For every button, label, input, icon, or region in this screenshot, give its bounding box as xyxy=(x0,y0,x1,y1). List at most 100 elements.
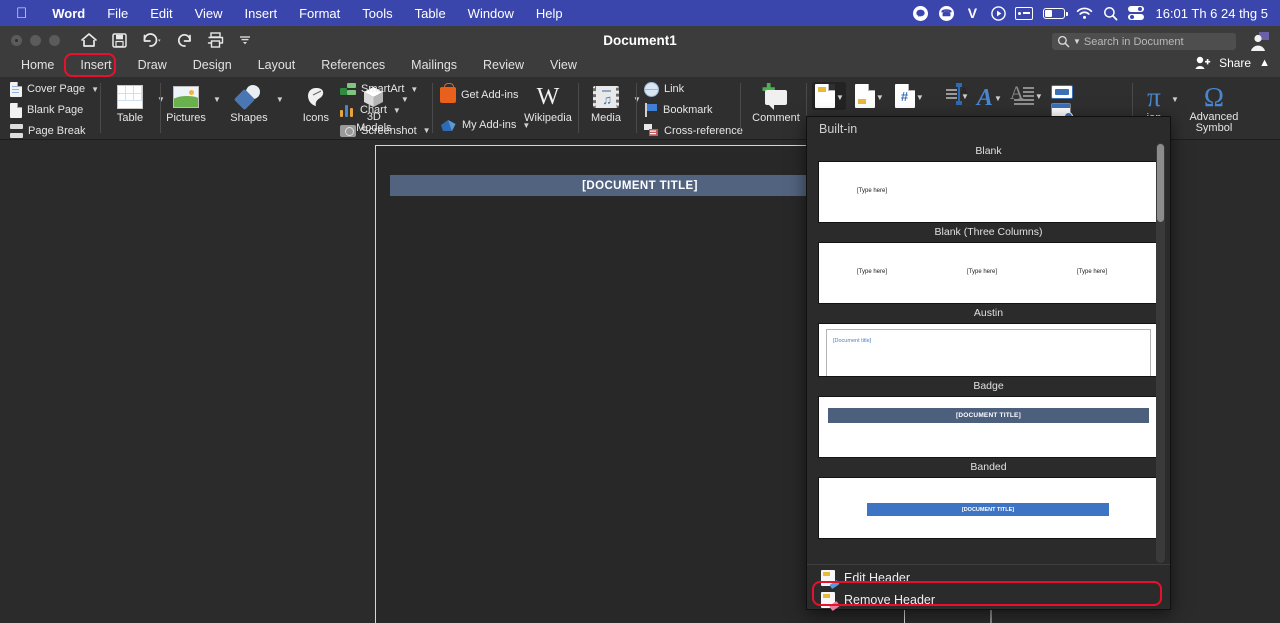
play-circle-icon[interactable] xyxy=(985,0,1011,26)
field-date-stack xyxy=(1050,85,1073,121)
comment-button[interactable]: ✚ Comment xyxy=(748,82,804,125)
gallery-item-austin[interactable]: Austin [Document title] xyxy=(818,304,1159,377)
save-icon[interactable] xyxy=(112,32,127,48)
menu-window[interactable]: Window xyxy=(457,6,525,21)
vpn-v-icon[interactable]: V xyxy=(959,0,985,26)
print-icon[interactable] xyxy=(207,32,224,48)
icons-button[interactable]: Icons xyxy=(290,82,342,124)
share-button[interactable]: Share xyxy=(1219,56,1251,70)
cover-page-button[interactable]: Cover Page ▼ xyxy=(8,80,99,99)
chevron-down-icon[interactable]: ▼ xyxy=(410,85,418,94)
collapse-ribbon-icon[interactable]: ▲ xyxy=(1259,57,1270,69)
menu-view[interactable]: View xyxy=(184,6,234,21)
tab-mailings[interactable]: Mailings xyxy=(398,54,470,77)
my-addins-button[interactable]: My Add-ins ▼ xyxy=(438,115,530,135)
blank-page-icon xyxy=(10,102,22,118)
viber-icon[interactable]: ☎ xyxy=(933,0,959,26)
chevron-down-icon[interactable]: ▼ xyxy=(994,94,1002,103)
header-gallery-dropdown: Built-in Blank [Type here] Blank (Three … xyxy=(806,116,1171,612)
screenshot-button[interactable]: Screenshot ▼ xyxy=(338,121,431,140)
menu-edit[interactable]: Edit xyxy=(139,6,183,21)
menu-bar-clock[interactable]: 16:01 Th 6 24 thg 5 xyxy=(1149,6,1280,21)
gallery-thumb-blank[interactable]: [Type here] xyxy=(818,161,1159,223)
menu-help[interactable]: Help xyxy=(525,6,574,21)
tab-references[interactable]: References xyxy=(308,54,398,77)
maximize-button[interactable] xyxy=(49,34,60,46)
edit-header-menu-item[interactable]: Edit Header xyxy=(807,567,1170,590)
search-dropdown-caret-icon[interactable]: ▼ xyxy=(1073,37,1081,46)
chevron-down-icon[interactable]: ▼ xyxy=(1035,92,1043,101)
contact-card-icon[interactable] xyxy=(1011,0,1037,26)
chevron-down-icon[interactable]: ▼ xyxy=(876,93,884,102)
gallery-item-banded[interactable]: Banded [DOCUMENT TITLE] xyxy=(818,458,1159,539)
close-button[interactable] xyxy=(11,34,22,46)
tab-review[interactable]: Review xyxy=(470,54,537,77)
wikipedia-button[interactable]: W Wikipedia xyxy=(520,82,576,124)
gallery-scrollbar-thumb[interactable] xyxy=(1157,144,1164,222)
page-break-button[interactable]: Page Break xyxy=(8,121,85,140)
gallery-thumb-austin[interactable]: [Document title] xyxy=(818,323,1159,377)
chevron-down-icon[interactable]: ▼ xyxy=(213,95,221,104)
text-box-button[interactable]: A ▼ xyxy=(946,83,969,105)
chevron-down-icon[interactable]: ▼ xyxy=(423,126,431,135)
tab-view[interactable]: View xyxy=(537,54,590,77)
page-number-button[interactable]: # ▼ xyxy=(892,82,926,110)
wordart-button[interactable]: A ▼ xyxy=(977,85,1002,111)
gallery-item-blank-three-columns[interactable]: Blank (Three Columns) [Type here] [Type … xyxy=(818,223,1159,304)
redo-icon[interactable] xyxy=(177,33,193,48)
chevron-down-icon[interactable]: ▼ xyxy=(393,106,401,115)
pictures-button[interactable]: Pictures ▼ xyxy=(160,82,221,124)
drop-cap-button[interactable]: A ▼ xyxy=(1010,83,1043,107)
field-icon[interactable] xyxy=(1050,85,1073,99)
account-avatar[interactable] xyxy=(1246,30,1272,54)
blank-page-button[interactable]: Blank Page xyxy=(8,101,83,120)
gallery-item-blank[interactable]: Blank [Type here] xyxy=(818,142,1159,223)
chevron-down-icon[interactable]: ▼ xyxy=(1171,95,1179,104)
tab-layout[interactable]: Layout xyxy=(245,54,309,77)
tab-insert[interactable]: Insert xyxy=(67,54,124,77)
spotlight-search-icon[interactable] xyxy=(1097,0,1123,26)
cross-reference-button[interactable]: Cross-reference xyxy=(642,121,743,140)
customize-toolbar-icon[interactable] xyxy=(238,34,252,46)
get-addins-button[interactable]: Get Add-ins xyxy=(438,83,518,105)
menu-table[interactable]: Table xyxy=(404,6,457,21)
wifi-icon[interactable] xyxy=(1071,0,1097,26)
tab-draw[interactable]: Draw xyxy=(125,54,180,77)
menu-insert[interactable]: Insert xyxy=(234,6,289,21)
gallery-item-badge[interactable]: Badge [DOCUMENT TITLE] xyxy=(818,377,1159,458)
chevron-down-icon[interactable]: ▼ xyxy=(836,93,844,102)
shapes-button[interactable]: Shapes ▼ xyxy=(223,82,284,124)
advanced-symbol-button[interactable]: Ω Advanced Symbol xyxy=(1183,82,1245,134)
home-icon[interactable] xyxy=(80,32,98,48)
gallery-scroll-area[interactable]: Blank [Type here] Blank (Three Columns) … xyxy=(807,142,1170,566)
bookmark-button[interactable]: Bookmark xyxy=(642,101,713,120)
line-messenger-icon[interactable] xyxy=(907,0,933,26)
gallery-scrollbar[interactable] xyxy=(1156,143,1165,563)
media-button[interactable]: ♫ Media ▼ xyxy=(580,82,641,124)
remove-header-menu-item[interactable]: Remove Header xyxy=(807,589,1170,612)
battery-icon[interactable] xyxy=(1037,0,1071,26)
menu-file[interactable]: File xyxy=(96,6,139,21)
footer-button[interactable]: ▼ xyxy=(852,82,886,110)
tab-home[interactable]: Home xyxy=(8,54,67,77)
smartart-button[interactable]: SmartArt ▼ xyxy=(338,80,418,99)
menu-word[interactable]: Word xyxy=(41,6,96,21)
gallery-thumb-banded[interactable]: [DOCUMENT TITLE] xyxy=(818,477,1159,539)
chevron-down-icon[interactable]: ▼ xyxy=(91,85,99,94)
menu-tools[interactable]: Tools xyxy=(351,6,403,21)
header-button[interactable]: ▼ xyxy=(812,82,846,110)
gallery-thumb-badge[interactable]: [DOCUMENT TITLE] xyxy=(818,396,1159,458)
search-input[interactable]: ▼ Search in Document xyxy=(1052,33,1236,50)
apple-logo-icon[interactable]:  xyxy=(0,6,41,21)
menu-format[interactable]: Format xyxy=(288,6,351,21)
link-button[interactable]: Link xyxy=(642,80,684,99)
tab-design[interactable]: Design xyxy=(180,54,245,77)
chevron-down-icon[interactable]: ▼ xyxy=(916,93,924,102)
undo-icon[interactable] xyxy=(141,32,163,48)
gallery-thumb-three-columns[interactable]: [Type here] [Type here] [Type here] xyxy=(818,242,1159,304)
chart-button[interactable]: Chart ▼ xyxy=(338,101,401,120)
control-center-icon[interactable] xyxy=(1123,0,1149,26)
chevron-down-icon[interactable]: ▼ xyxy=(276,95,284,104)
table-button[interactable]: Table ▼ xyxy=(104,82,165,124)
minimize-button[interactable] xyxy=(30,34,41,46)
